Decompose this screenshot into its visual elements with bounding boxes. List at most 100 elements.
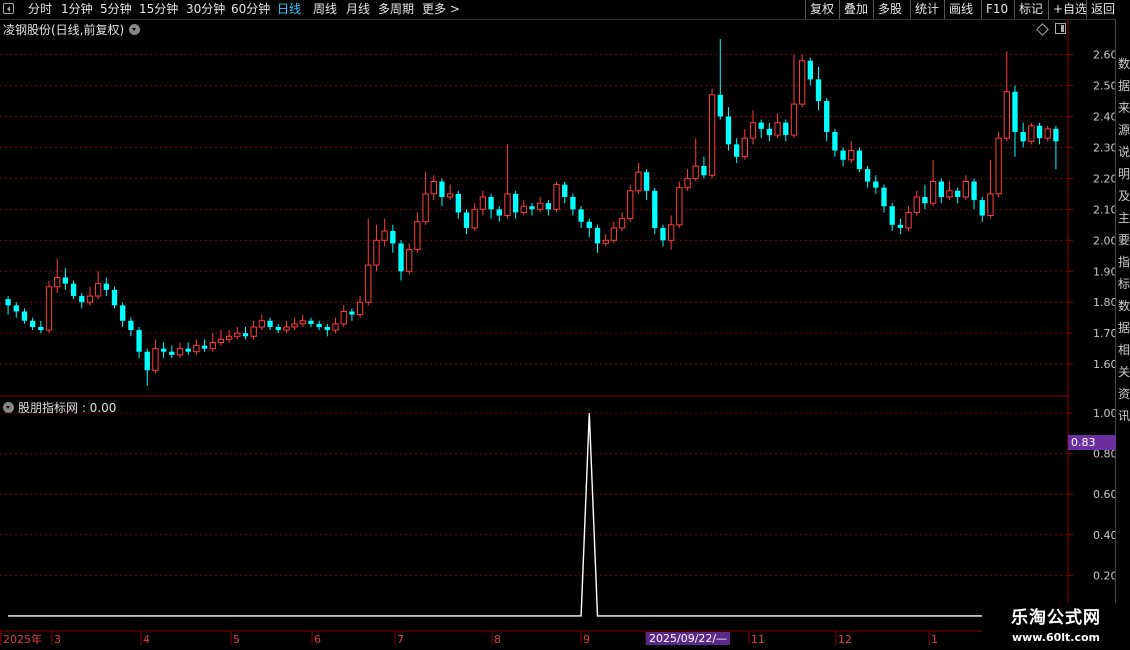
candle-body bbox=[373, 239, 380, 266]
candle-body bbox=[340, 311, 347, 325]
candle-body bbox=[824, 101, 830, 132]
x-tick-label: 3 bbox=[54, 633, 61, 646]
candle-body bbox=[889, 206, 895, 225]
x-tick-label: 2025年 bbox=[3, 632, 42, 646]
candle-body bbox=[324, 326, 331, 331]
candle-body bbox=[832, 131, 838, 151]
candle-body bbox=[570, 196, 576, 210]
right-strip-char: 主 bbox=[1118, 211, 1130, 225]
candle-body bbox=[758, 122, 764, 129]
candle-body bbox=[733, 144, 740, 157]
candle-body bbox=[864, 169, 871, 182]
candle-body bbox=[381, 230, 388, 241]
candle-body bbox=[553, 184, 560, 210]
candle-body bbox=[618, 218, 626, 229]
candle-body bbox=[717, 94, 723, 117]
candle-body bbox=[144, 351, 150, 371]
candle-body bbox=[365, 264, 372, 303]
x-tick-label: 5 bbox=[233, 633, 240, 646]
candle-body bbox=[807, 60, 813, 80]
right-strip-char: 相 bbox=[1118, 343, 1130, 357]
candle-body bbox=[455, 193, 461, 213]
candle-body bbox=[13, 305, 19, 312]
candle-body bbox=[414, 221, 421, 251]
candle-body bbox=[1028, 125, 1035, 142]
right-strip-char: 指 bbox=[1118, 255, 1130, 269]
candle-body bbox=[103, 283, 109, 290]
candle-body bbox=[308, 320, 314, 324]
candle-body bbox=[708, 94, 716, 176]
candle-body bbox=[856, 150, 863, 170]
candle-body bbox=[602, 239, 609, 244]
candle-body bbox=[684, 177, 691, 189]
candle-body bbox=[627, 190, 634, 220]
candle-body bbox=[45, 286, 53, 331]
right-strip-char: 讯 bbox=[1118, 409, 1130, 423]
candle-body bbox=[1044, 128, 1051, 139]
y-tick-label: 0.20 bbox=[1093, 569, 1118, 582]
candle-body bbox=[291, 323, 298, 328]
candle-body bbox=[783, 122, 789, 136]
candle-body bbox=[283, 326, 290, 331]
candle-body bbox=[390, 231, 396, 244]
indicator-dropdown-icon[interactable] bbox=[3, 402, 14, 413]
right-strip-char: 来 bbox=[1118, 101, 1130, 115]
candle-body bbox=[299, 320, 306, 325]
right-info-strip[interactable]: 数据来源说明及主要指标数据相关资讯 bbox=[1115, 19, 1130, 631]
candle-body bbox=[234, 332, 241, 337]
candle-body bbox=[496, 209, 502, 216]
x-tick-label: 6 bbox=[314, 633, 321, 646]
candle-body bbox=[610, 227, 618, 241]
candle-body bbox=[929, 180, 937, 204]
right-strip-char: 及 bbox=[1118, 189, 1130, 203]
candle-body bbox=[512, 193, 519, 213]
candle-body bbox=[848, 150, 855, 161]
candle-body bbox=[176, 348, 184, 356]
candle-body bbox=[652, 190, 658, 228]
right-strip-char: 说 bbox=[1118, 145, 1130, 159]
candle-body bbox=[225, 335, 233, 340]
x-tick-label: 8 bbox=[494, 633, 501, 646]
candle-body bbox=[463, 212, 470, 228]
candle-body bbox=[160, 348, 167, 352]
candle-body bbox=[520, 205, 527, 213]
candle-body bbox=[668, 224, 675, 241]
right-strip-char: 数 bbox=[1118, 299, 1130, 313]
x-tick-label: 11 bbox=[751, 633, 765, 646]
y-tick-label: 1.80 bbox=[1093, 296, 1118, 309]
candle-body bbox=[987, 193, 994, 217]
candle-body bbox=[128, 320, 134, 331]
candle-body bbox=[217, 338, 225, 343]
candle-body bbox=[790, 103, 798, 136]
right-strip-char: 数 bbox=[1118, 57, 1130, 71]
candle-body bbox=[62, 277, 69, 284]
y-tick-label: 1.90 bbox=[1093, 265, 1118, 278]
candle-body bbox=[209, 341, 216, 350]
candle-body bbox=[562, 184, 568, 197]
candle-body bbox=[840, 150, 846, 160]
crosshair-value-tag: 0.83 bbox=[1068, 435, 1116, 450]
candle-body bbox=[798, 60, 806, 105]
right-strip-char: 据 bbox=[1118, 79, 1130, 93]
candle-body bbox=[1053, 128, 1059, 142]
candle-body bbox=[725, 116, 732, 145]
candle-body bbox=[578, 209, 584, 222]
watermark-title: 乐淘公式网 bbox=[982, 603, 1130, 633]
candle-body bbox=[136, 330, 142, 352]
y-tick-label: 1.00 bbox=[1093, 407, 1118, 420]
candle-body bbox=[267, 320, 273, 327]
right-strip-char: 源 bbox=[1118, 123, 1130, 137]
candle-body bbox=[70, 283, 77, 297]
candle-body bbox=[201, 345, 208, 349]
candle-body bbox=[545, 203, 552, 210]
candle-body bbox=[635, 171, 642, 192]
candle-body bbox=[815, 79, 822, 102]
candle-body bbox=[258, 320, 266, 328]
candle-body bbox=[1003, 91, 1010, 139]
candle-body bbox=[86, 295, 94, 303]
kline-chart[interactable]: 2.60 2.50 2.40 2.30 2.20 2.10 2.00 1.90 1.80 1.70… bbox=[0, 0, 1130, 650]
candle-body bbox=[111, 289, 118, 306]
candle-body bbox=[995, 137, 1002, 195]
x-tick-label: 1 bbox=[931, 633, 938, 646]
y-tick-label: 2.00 bbox=[1093, 234, 1118, 247]
